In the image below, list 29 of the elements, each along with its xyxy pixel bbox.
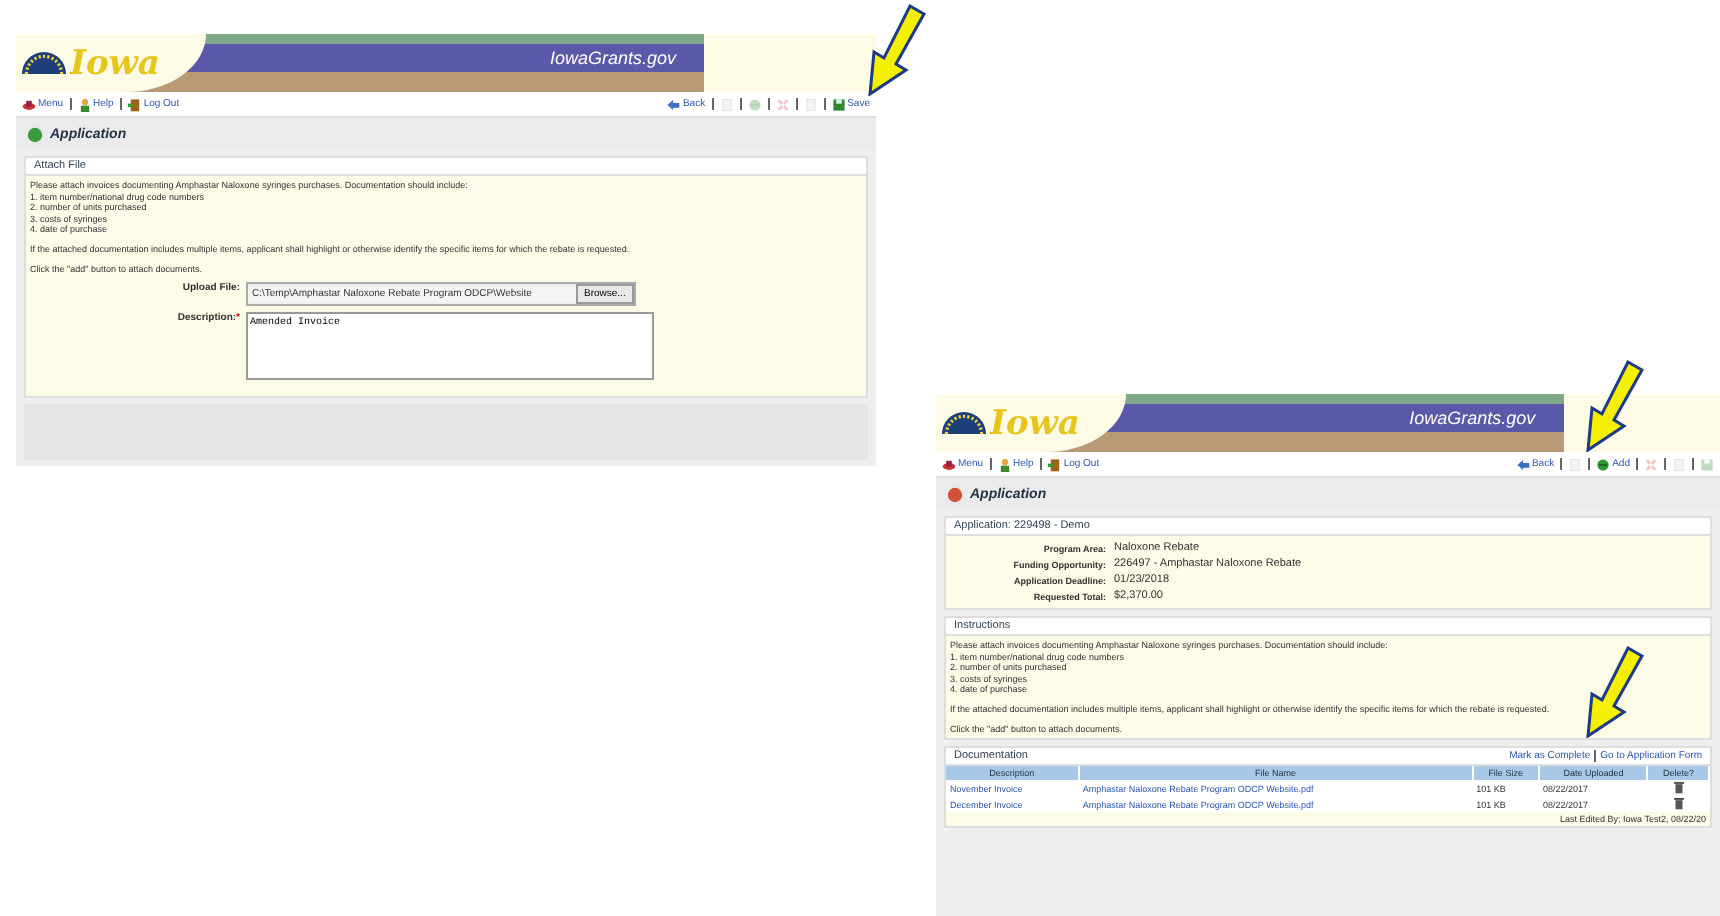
sun-icon bbox=[22, 52, 66, 74]
document-icon bbox=[1568, 457, 1583, 471]
save-icon bbox=[831, 97, 846, 111]
document-icon bbox=[719, 97, 734, 111]
document-icon bbox=[1672, 457, 1686, 471]
cross-icon bbox=[775, 97, 790, 111]
hat-icon bbox=[942, 457, 956, 471]
save-icon bbox=[1700, 457, 1714, 471]
trash-icon[interactable] bbox=[1671, 796, 1686, 811]
door-icon bbox=[1047, 457, 1062, 471]
pointer-arrow bbox=[1584, 360, 1644, 452]
door-icon bbox=[127, 97, 142, 111]
person-icon bbox=[77, 97, 92, 111]
person-icon bbox=[997, 457, 1012, 471]
logo-text: Iowa bbox=[70, 43, 160, 83]
logo-text: Iowa bbox=[990, 403, 1080, 443]
hat-icon bbox=[22, 97, 36, 111]
application-icon bbox=[26, 125, 44, 143]
cross-icon bbox=[1644, 457, 1658, 471]
pointer-arrow bbox=[1584, 646, 1644, 738]
trash-icon[interactable] bbox=[1671, 780, 1686, 795]
site-title: IowaGrants.gov bbox=[1409, 408, 1536, 428]
sun-icon bbox=[942, 412, 986, 434]
document-icon bbox=[803, 97, 818, 111]
application-icon bbox=[946, 485, 964, 503]
back-arrow-icon bbox=[1515, 457, 1530, 471]
pointer-arrow bbox=[866, 4, 926, 96]
back-arrow-icon bbox=[666, 97, 681, 111]
site-title: IowaGrants.gov bbox=[549, 48, 676, 68]
